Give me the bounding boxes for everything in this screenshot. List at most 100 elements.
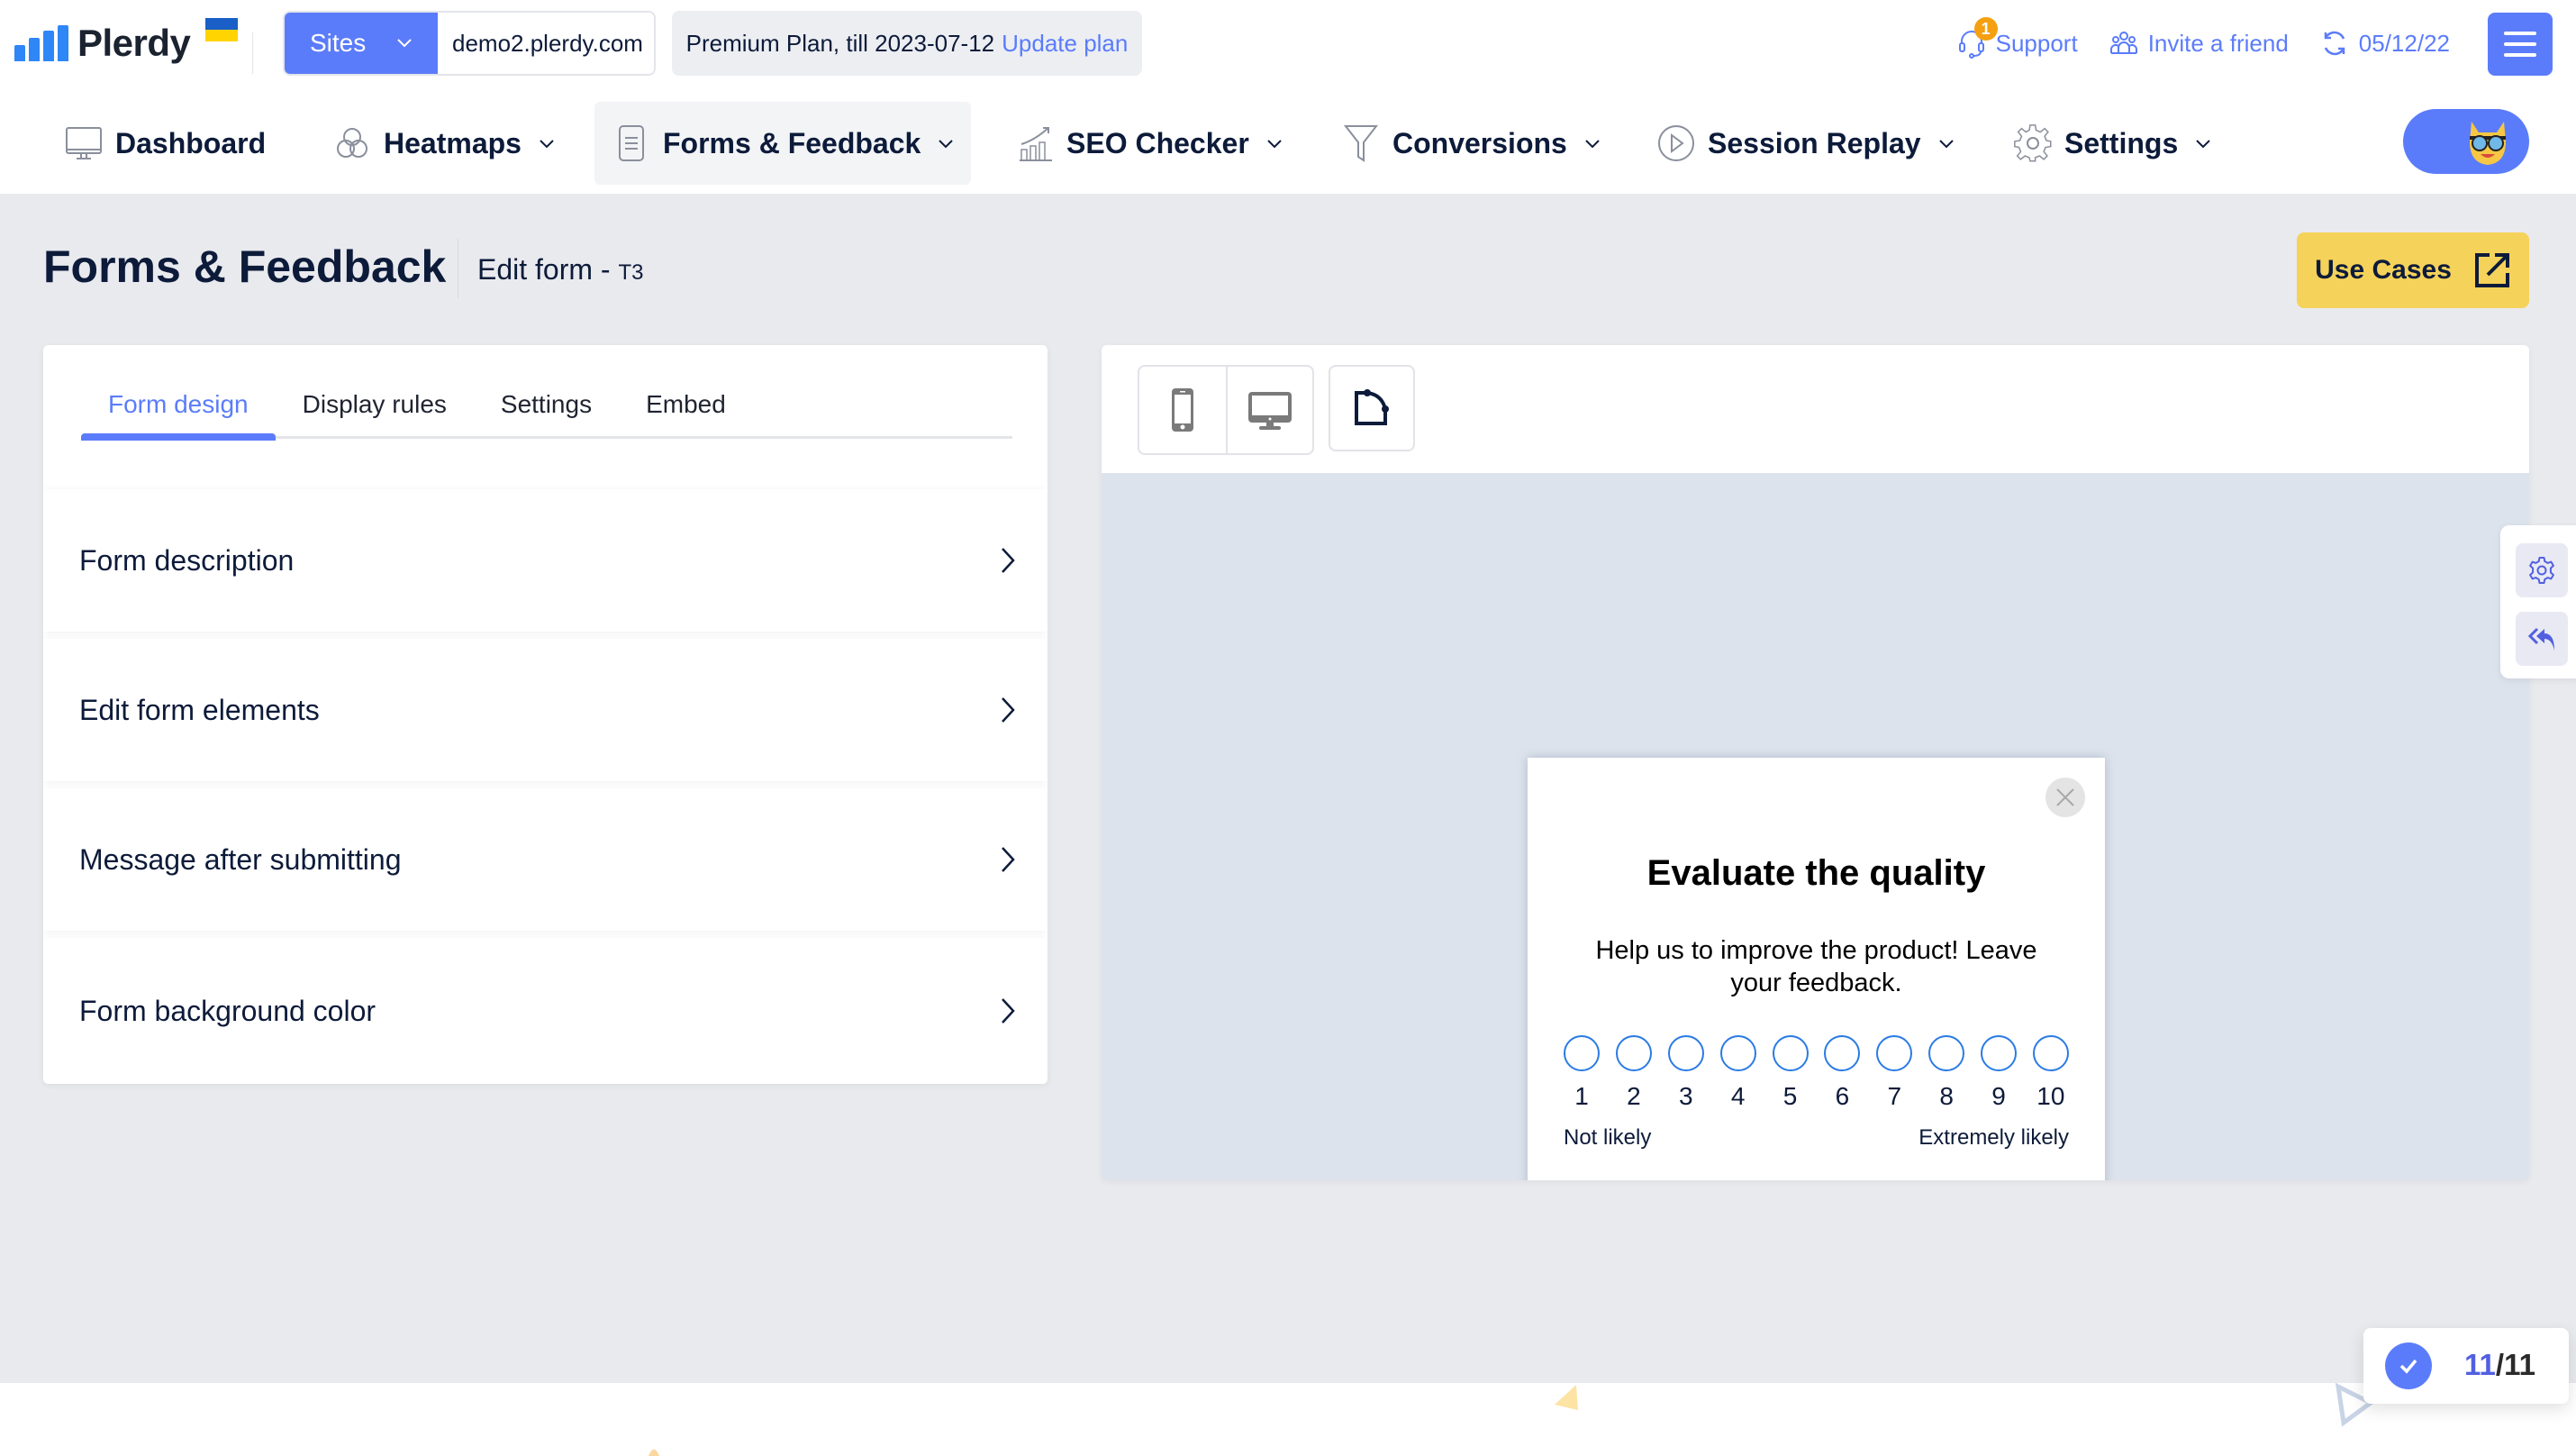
bottom-strip [0, 1383, 2576, 1456]
form-name: T3 [618, 260, 644, 285]
side-back-button[interactable] [2516, 612, 2568, 666]
rating-option: 4 [1719, 1035, 1756, 1111]
side-toolbar [2500, 525, 2576, 678]
rating-radio[interactable] [1667, 1035, 1704, 1071]
tab-embed[interactable]: Embed [619, 390, 753, 437]
hamburger-menu-button[interactable] [2488, 13, 2553, 76]
scale-max-label: Extremely likely [1918, 1125, 2069, 1150]
progress-count: 11/11 [2464, 1348, 2535, 1382]
decorative-shape-icon [649, 1449, 659, 1456]
page-title: Forms & Feedback [43, 241, 447, 292]
rating-option: 6 [1824, 1035, 1861, 1111]
nav-label: Session Replay [1708, 126, 1921, 159]
rating-radio[interactable] [1824, 1035, 1861, 1071]
rating-number: 9 [1991, 1082, 2006, 1110]
rating-number: 4 [1730, 1082, 1746, 1110]
nav-label: SEO Checker [1066, 126, 1249, 159]
site-selector: Sites demo2.plerdy.com [283, 11, 656, 76]
section-message-after-submitting[interactable]: Message after submitting [43, 788, 1048, 931]
rating-option: 7 [1876, 1035, 1913, 1111]
subtitle-text: Edit form - [477, 253, 619, 286]
mobile-view-button[interactable] [1139, 367, 1226, 453]
top-links: 1 Support Invite a friend 05/12/22 [1956, 17, 2450, 61]
play-circle-icon [1658, 125, 1694, 161]
desktop-view-button[interactable] [1226, 367, 1312, 453]
rating-radio[interactable] [2032, 1035, 2069, 1071]
form-editor-panel: Form design Display rules Settings Embed… [43, 345, 1048, 1084]
device-switcher [1138, 365, 1314, 455]
preview-toolbar [1102, 345, 2529, 473]
rating-number: 7 [1887, 1082, 1902, 1110]
plerdy-logo[interactable]: Plerdy [14, 18, 191, 68]
rating-option: 3 [1667, 1035, 1704, 1111]
document-icon [619, 125, 644, 161]
rating-radio[interactable] [1981, 1035, 2017, 1071]
rating-radio[interactable] [1615, 1035, 1652, 1071]
rating-radio[interactable] [1772, 1035, 1809, 1071]
mobile-phone-icon [1172, 388, 1193, 432]
nav-label: Forms & Feedback [663, 126, 921, 159]
rating-radio[interactable] [1928, 1035, 1965, 1071]
user-avatar-button[interactable] [2403, 109, 2529, 174]
rating-scale: 1 2 3 4 5 6 7 8 9 10 [1564, 1035, 2069, 1111]
tab-settings[interactable]: Settings [474, 390, 619, 437]
decorative-triangle-icon [1555, 1385, 1578, 1410]
section-edit-form-elements[interactable]: Edit form elements [43, 639, 1048, 781]
popup-description: Help us to improve the product! Leave yo… [1595, 936, 2037, 997]
use-cases-button[interactable]: Use Cases [2297, 232, 2529, 308]
update-plan-link[interactable]: Update plan [1002, 30, 1128, 58]
nav-dashboard[interactable]: Dashboard [47, 102, 282, 185]
ukraine-flag-icon [205, 18, 238, 41]
refresh-icon [2324, 31, 2345, 56]
logo-bars-icon [14, 25, 68, 61]
nav-seo-checker[interactable]: SEO Checker [998, 102, 1300, 185]
date-sync[interactable]: 05/12/22 [2319, 28, 2450, 59]
growth-chart-icon [1020, 127, 1052, 161]
nav-conversions[interactable]: Conversions [1324, 102, 1618, 185]
use-cases-label: Use Cases [2315, 255, 2452, 285]
section-form-background-color[interactable]: Form background color [43, 938, 1048, 1084]
section-form-description[interactable]: Form description [43, 489, 1048, 632]
chevron-right-icon [1002, 697, 1015, 723]
popup-close-button[interactable] [2045, 778, 2085, 817]
sites-dropdown-button[interactable]: Sites [285, 13, 438, 74]
side-settings-button[interactable] [2516, 543, 2568, 597]
progress-done: 11 [2464, 1348, 2496, 1381]
support-link[interactable]: 1 Support [1956, 17, 2078, 59]
chevron-down-icon [397, 39, 412, 48]
rating-number: 8 [1939, 1082, 1954, 1110]
check-circle-icon [2385, 1342, 2432, 1389]
nav-session-replay[interactable]: Session Replay [1639, 102, 1972, 185]
rating-number: 10 [2036, 1082, 2065, 1110]
logo-text: Plerdy [77, 22, 191, 64]
onboarding-progress-badge[interactable]: 11/11 [2363, 1328, 2569, 1404]
content-area: Forms & Feedback Edit form - T3 Use Case… [0, 194, 2576, 1383]
external-link-icon [2474, 253, 2509, 287]
rating-radio[interactable] [1719, 1035, 1756, 1071]
rating-radio[interactable] [1564, 1035, 1600, 1071]
main-nav: Dashboard Heatmaps Forms & Feedback SEO … [0, 95, 2576, 194]
rating-option: 10 [2032, 1035, 2069, 1111]
chevron-right-icon [1002, 847, 1015, 872]
form-preview-panel: Evaluate the quality Help us to improve … [1102, 345, 2529, 1180]
rating-radio[interactable] [1876, 1035, 1913, 1071]
cat-avatar-icon [2470, 122, 2506, 165]
corner-shape-button[interactable] [1329, 365, 1415, 451]
invite-friend-link[interactable]: Invite a friend [2109, 28, 2289, 59]
nav-forms-feedback[interactable]: Forms & Feedback [594, 102, 972, 185]
tab-form-design[interactable]: Form design [81, 390, 276, 441]
circles-icon [337, 128, 367, 158]
rating-option: 5 [1772, 1035, 1809, 1111]
corner-shape-icon [1355, 389, 1389, 425]
page-subtitle: Edit form - T3 [477, 253, 643, 287]
chevron-down-icon [2196, 140, 2210, 149]
rating-option: 2 [1615, 1035, 1652, 1111]
chevron-down-icon [1585, 140, 1600, 149]
nav-settings[interactable]: Settings [1996, 102, 2228, 185]
tab-display-rules[interactable]: Display rules [276, 390, 474, 437]
section-label: Form description [79, 543, 295, 577]
divider [252, 32, 253, 74]
site-domain[interactable]: demo2.plerdy.com [438, 13, 654, 74]
nav-heatmaps[interactable]: Heatmaps [315, 102, 572, 185]
nav-label: Conversions [1392, 126, 1567, 159]
